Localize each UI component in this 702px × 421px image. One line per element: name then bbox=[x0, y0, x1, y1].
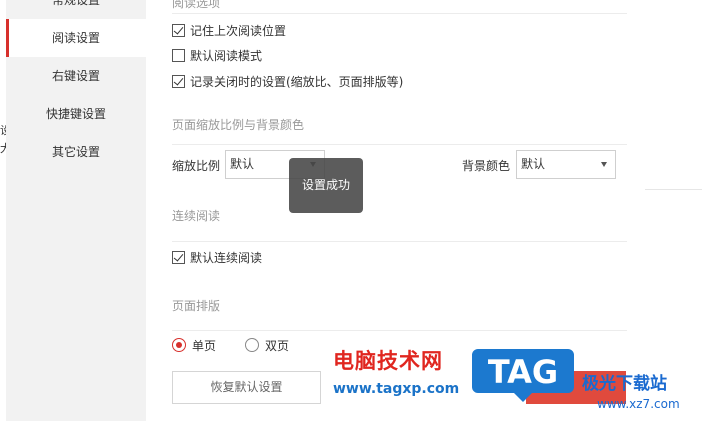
radio-button[interactable] bbox=[245, 338, 259, 352]
radio-button[interactable] bbox=[172, 338, 186, 352]
background-select-value: 默认 bbox=[521, 157, 546, 171]
record-close-settings-checkbox[interactable]: 记录关闭时的设置(缩放比、页面排版等) bbox=[172, 73, 403, 89]
sidebar-item-context-menu[interactable]: 右键设置 bbox=[6, 57, 146, 95]
background-color-label: 背景颜色 bbox=[462, 159, 511, 173]
success-toast: 设置成功 bbox=[289, 158, 363, 213]
checkbox-box[interactable] bbox=[172, 48, 185, 62]
watermark-url: www.tagxp.com bbox=[333, 381, 460, 397]
checkbox-box[interactable] bbox=[172, 23, 185, 37]
layout-single-radio[interactable]: 单页 bbox=[172, 337, 216, 353]
background-app-right bbox=[645, 0, 702, 421]
settings-sidebar: 常规设置 阅读设置 右键设置 快捷键设置 其它设置 bbox=[6, 0, 146, 421]
zoom-label: 缩放比例 bbox=[172, 159, 221, 173]
default-reading-mode-checkbox[interactable]: 默认阅读模式 bbox=[172, 47, 262, 63]
chevron-down-icon bbox=[601, 162, 607, 167]
background-color-select[interactable]: 默认 bbox=[516, 150, 616, 179]
radio-label: 双页 bbox=[265, 338, 290, 353]
section-divider bbox=[172, 330, 627, 331]
restore-defaults-button[interactable]: 恢复默认设置 bbox=[172, 371, 321, 404]
layout-double-radio[interactable]: 双页 bbox=[245, 337, 289, 353]
sidebar-item-other[interactable]: 其它设置 bbox=[6, 133, 146, 171]
section-title-reading-options: 阅读选项 bbox=[172, 0, 221, 10]
section-divider bbox=[172, 241, 627, 242]
section-title-layout: 页面排版 bbox=[172, 299, 221, 313]
checkbox-label: 记录关闭时的设置(缩放比、页面排版等) bbox=[190, 74, 404, 89]
section-title-continuous: 连续阅读 bbox=[172, 209, 221, 223]
checkbox-label: 默认连续阅读 bbox=[190, 250, 263, 265]
zoom-select-value: 默认 bbox=[230, 157, 255, 171]
section-title-zoom-background: 页面缩放比例与背景颜色 bbox=[172, 118, 305, 132]
tag-logo-icon: TAG bbox=[472, 349, 574, 402]
sidebar-item-general[interactable]: 常规设置 bbox=[6, 0, 146, 19]
checkbox-box[interactable] bbox=[172, 250, 185, 264]
default-continuous-checkbox[interactable]: 默认连续阅读 bbox=[172, 249, 262, 265]
watermark-text: 电脑技术网 bbox=[333, 349, 443, 373]
watermark-url-2: www.xz7.com bbox=[597, 397, 680, 411]
section-divider bbox=[172, 144, 627, 145]
checkbox-box[interactable] bbox=[172, 74, 185, 88]
section-divider bbox=[172, 13, 627, 14]
checkbox-label: 默认阅读模式 bbox=[190, 48, 263, 63]
sidebar-item-shortcuts[interactable]: 快捷键设置 bbox=[6, 95, 146, 133]
sidebar-item-reading[interactable]: 阅读设置 bbox=[6, 19, 146, 57]
radio-label: 单页 bbox=[192, 338, 217, 353]
remember-position-checkbox[interactable]: 记住上次阅读位置 bbox=[172, 22, 286, 38]
watermark-text-2: 极光下载站 bbox=[582, 374, 667, 394]
background-divider bbox=[645, 189, 702, 190]
checkbox-label: 记住上次阅读位置 bbox=[190, 23, 287, 38]
tag-logo-text: TAG bbox=[488, 353, 558, 391]
